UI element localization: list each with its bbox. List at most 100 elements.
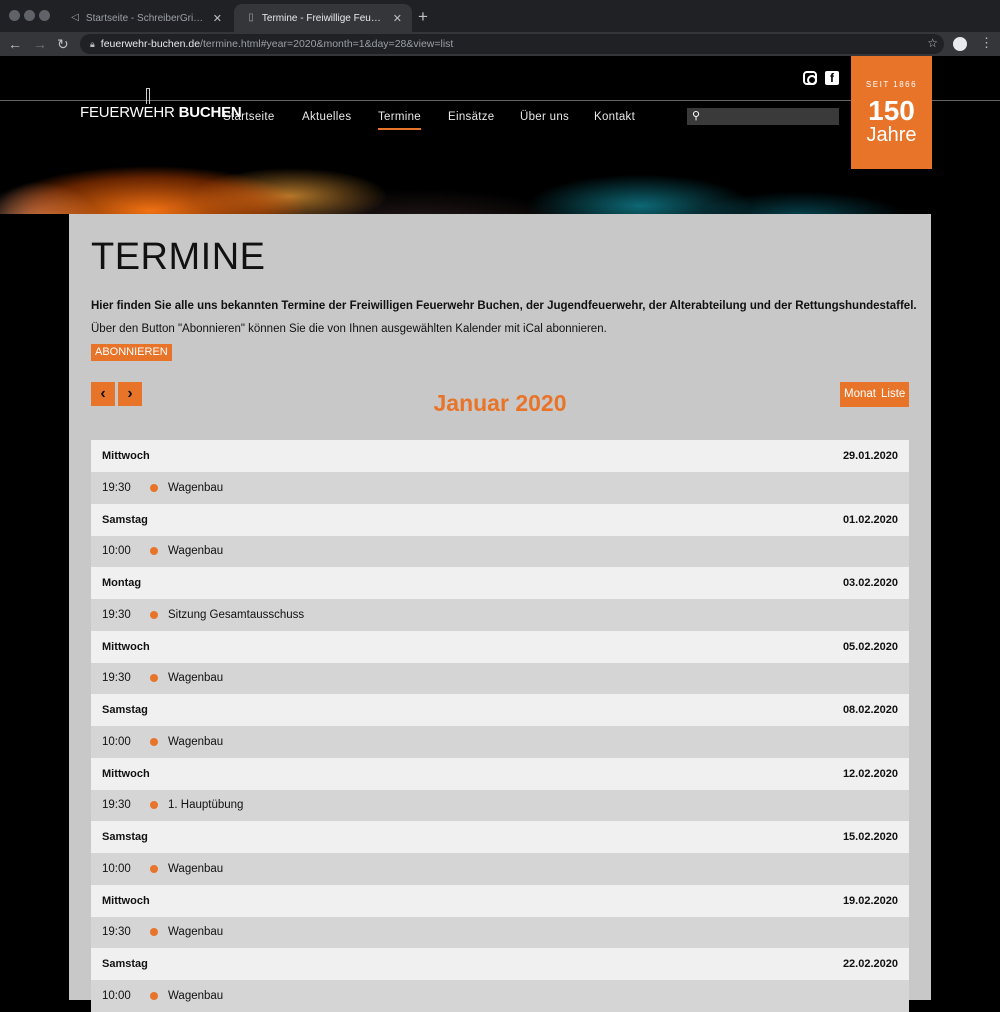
calendar-dot-icon bbox=[150, 610, 158, 619]
event-title[interactable]: Wagenbau bbox=[168, 482, 223, 494]
badge-word: Jahre bbox=[866, 124, 917, 146]
calendar-dot-icon bbox=[150, 674, 158, 683]
window-close-dot[interactable] bbox=[9, 10, 20, 21]
event-time: 19:30 bbox=[102, 799, 131, 812]
facebook-icon[interactable]: f bbox=[825, 71, 839, 85]
weekday-label: Samstag bbox=[102, 831, 148, 843]
date-label: 19.02.2020 bbox=[842, 894, 898, 907]
date-row: Samstag 08.02.2020 bbox=[91, 694, 909, 726]
nav-ueber-uns[interactable]: Über uns bbox=[520, 111, 569, 123]
date-row: Samstag 22.02.2020 bbox=[91, 948, 909, 980]
nav-termine[interactable]: Termine bbox=[378, 111, 422, 130]
site-logo[interactable]: FEUERWEHR BUCHEN bbox=[80, 104, 242, 121]
event-title[interactable]: Wagenbau bbox=[168, 672, 223, 684]
url-path: /termine.html#year=2020&month=1&day=28&v… bbox=[200, 38, 454, 50]
date-row: Mittwoch 12.02.2020 bbox=[91, 757, 909, 790]
page-title: TERMINE bbox=[91, 236, 266, 278]
event-time: 10:00 bbox=[102, 862, 131, 875]
date-label: 05.02.2020 bbox=[842, 640, 898, 653]
event-title[interactable]: 1. Hauptübung bbox=[168, 799, 243, 811]
browser-menu-icon[interactable]: ⋮ bbox=[980, 36, 993, 50]
date-row: Samstag 01.02.2020 bbox=[91, 503, 909, 536]
tab-favicon-icon: ▯ bbox=[248, 12, 254, 23]
bookmark-star-icon[interactable]: ☆ bbox=[927, 36, 938, 50]
date-row: Mittwoch 29.01.2020 bbox=[91, 440, 909, 472]
intro-bold-text: Hier finden Sie alle uns bekannten Termi… bbox=[91, 300, 917, 312]
event-row[interactable]: 19:30 Wagenbau bbox=[91, 472, 909, 504]
event-row[interactable]: 19:30 Wagenbau bbox=[91, 916, 909, 948]
forward-arrow-icon[interactable]: → bbox=[33, 34, 47, 54]
date-row: Mittwoch 05.02.2020 bbox=[91, 630, 909, 663]
date-label: 12.02.2020 bbox=[842, 767, 898, 780]
event-title[interactable]: Wagenbau bbox=[168, 863, 223, 875]
date-label: 15.02.2020 bbox=[842, 831, 898, 843]
tab-title: Termine - Freiwillige Feuerwehr B bbox=[261, 12, 385, 24]
event-time: 19:30 bbox=[102, 481, 131, 494]
new-tab-icon[interactable]: + bbox=[418, 7, 428, 27]
site-search-input[interactable]: ⚲ bbox=[687, 108, 839, 125]
weekday-label: Samstag bbox=[102, 704, 148, 716]
browser-tab-startseite[interactable]: ◁ Startseite - SchreiberGrimm . Wi ✕ bbox=[58, 4, 232, 32]
event-time: 10:00 bbox=[102, 735, 131, 748]
calendar-dot-icon bbox=[150, 991, 158, 1000]
back-arrow-icon[interactable]: ← bbox=[8, 34, 22, 54]
nav-einsaetze[interactable]: Einsätze bbox=[448, 111, 495, 123]
instagram-icon[interactable] bbox=[803, 71, 817, 85]
date-label: 29.01.2020 bbox=[842, 450, 898, 462]
address-bar[interactable]: 🔒︎ feuerwehr-buchen.de/termine.html#year… bbox=[80, 34, 944, 54]
reload-icon[interactable]: ↻ bbox=[57, 34, 69, 54]
date-row: Samstag 15.02.2020 bbox=[91, 821, 909, 853]
anniversary-badge: SEIT 1866 150 Jahre bbox=[851, 56, 932, 169]
url-host: feuerwehr-buchen.de bbox=[100, 38, 201, 50]
event-row[interactable]: 10:00 Wagenbau bbox=[91, 535, 909, 567]
browser-tabbar: ◁ Startseite - SchreiberGrimm . Wi ✕ ▯ T… bbox=[0, 0, 1000, 32]
nav-startseite[interactable]: Startseite bbox=[223, 111, 275, 123]
profile-avatar-icon[interactable] bbox=[953, 37, 967, 51]
event-row[interactable]: 19:30 Wagenbau bbox=[91, 662, 909, 694]
search-icon: ⚲ bbox=[692, 110, 701, 122]
browser-toolbar: ← → ↻ 🔒︎ feuerwehr-buchen.de/termine.htm… bbox=[0, 32, 1000, 56]
date-label: 08.02.2020 bbox=[842, 704, 898, 716]
calendar-dot-icon bbox=[150, 483, 158, 492]
lock-icon: 🔒︎ bbox=[90, 38, 95, 49]
date-row: Mittwoch 19.02.2020 bbox=[91, 884, 909, 917]
event-time: 19:30 bbox=[102, 672, 131, 685]
weekday-label: Mittwoch bbox=[102, 450, 150, 462]
event-time: 10:00 bbox=[102, 545, 131, 558]
view-month-button[interactable]: Monat bbox=[840, 382, 880, 407]
date-label: 01.02.2020 bbox=[842, 513, 898, 526]
month-title: Januar 2020 bbox=[433, 390, 567, 416]
browser-tab-termine[interactable]: ▯ Termine - Freiwillige Feuerwehr B ✕ bbox=[234, 4, 412, 32]
weekday-label: Montag bbox=[102, 577, 142, 589]
window-minimize-dot[interactable] bbox=[24, 10, 35, 21]
tab-close-icon[interactable]: ✕ bbox=[393, 12, 402, 25]
event-title[interactable]: Wagenbau bbox=[168, 926, 223, 938]
calendar-dot-icon bbox=[150, 737, 158, 746]
weekday-label: Samstag bbox=[102, 958, 148, 970]
nav-kontakt[interactable]: Kontakt bbox=[594, 111, 635, 123]
header-divider bbox=[0, 100, 1000, 101]
nav-aktuelles[interactable]: Aktuelles bbox=[302, 111, 351, 123]
date-label: 22.02.2020 bbox=[842, 958, 898, 970]
event-title[interactable]: Wagenbau bbox=[168, 736, 223, 748]
logo-text-light: FEUERWEHR bbox=[80, 104, 175, 121]
event-row[interactable]: 19:30 Sitzung Gesamtausschuss bbox=[91, 599, 909, 631]
event-row[interactable]: 10:00 Wagenbau bbox=[91, 980, 909, 1012]
date-label: 03.02.2020 bbox=[842, 577, 898, 589]
view-list-button[interactable]: Liste bbox=[877, 382, 910, 407]
badge-since: SEIT 1866 bbox=[865, 80, 918, 89]
calendar-dot-icon bbox=[150, 801, 158, 810]
subscribe-button[interactable]: ABONNIEREN bbox=[91, 344, 172, 361]
event-row[interactable]: 19:30 1. Hauptübung bbox=[91, 789, 909, 821]
event-list: Mittwoch 29.01.2020 19:30 Wagenbau Samstag 01… bbox=[91, 440, 909, 1012]
event-title[interactable]: Wagenbau bbox=[168, 545, 223, 557]
window-zoom-dot[interactable] bbox=[39, 10, 50, 21]
event-title[interactable]: Sitzung Gesamtausschuss bbox=[168, 609, 304, 621]
calendar-dot-icon bbox=[150, 928, 158, 937]
intro-text: Über den Button "Abonnieren" können Sie … bbox=[91, 323, 607, 335]
weekday-label: Mittwoch bbox=[102, 767, 150, 780]
site-header: FEUERWEHR BUCHEN Startseite Aktuelles Te… bbox=[0, 56, 1000, 214]
tab-close-icon[interactable]: ✕ bbox=[213, 12, 222, 25]
event-row[interactable]: 10:00 Wagenbau bbox=[91, 726, 909, 758]
event-row[interactable]: 10:00 Wagenbau bbox=[91, 853, 909, 885]
